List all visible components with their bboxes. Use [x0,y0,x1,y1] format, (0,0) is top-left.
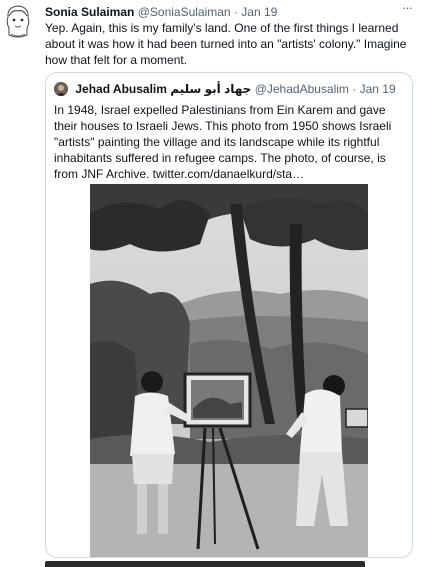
quoted-text: In 1948, Israel expelled Palestinians fr… [54,103,392,181]
avatar[interactable] [3,3,33,41]
quoted-avatar [54,82,68,96]
author-handle[interactable]: @SoniaSulaiman [138,5,231,19]
quoted-author-name[interactable]: Jehad Abusalim [75,82,167,96]
dot-separator: · [233,5,238,19]
quoted-author-name-arabic[interactable]: جهاد أبو سليم [170,82,251,96]
sketch-avatar-icon [6,5,30,38]
author-name[interactable]: Sonia Sulaiman [45,5,134,19]
next-tweet-edge [45,561,365,567]
tweet-card: Sonia Sulaiman @SoniaSulaiman · Jan 19 ·… [0,0,430,567]
quoted-date[interactable]: Jan 19 [360,82,396,96]
tweet-date[interactable]: Jan 19 [241,5,277,19]
more-options-icon[interactable]: ··· [398,1,416,17]
painters-landscape-image [90,184,368,557]
quoted-author-handle[interactable]: @JehadAbusalim [255,82,349,96]
dot-separator: · [352,82,357,96]
quoted-header: Jehad Abusalim جهاد أبو سليم @JehadAbusa… [54,81,404,97]
profile-photo-icon [54,82,68,96]
tweet-header: Sonia Sulaiman @SoniaSulaiman · Jan 19 [45,4,418,20]
archive-photo[interactable] [90,184,368,557]
quoted-tweet[interactable]: Jehad Abusalim جهاد أبو سليم @JehadAbusa… [45,72,413,558]
tweet-text: Yep. Again, this is my family's land. On… [45,21,407,67]
